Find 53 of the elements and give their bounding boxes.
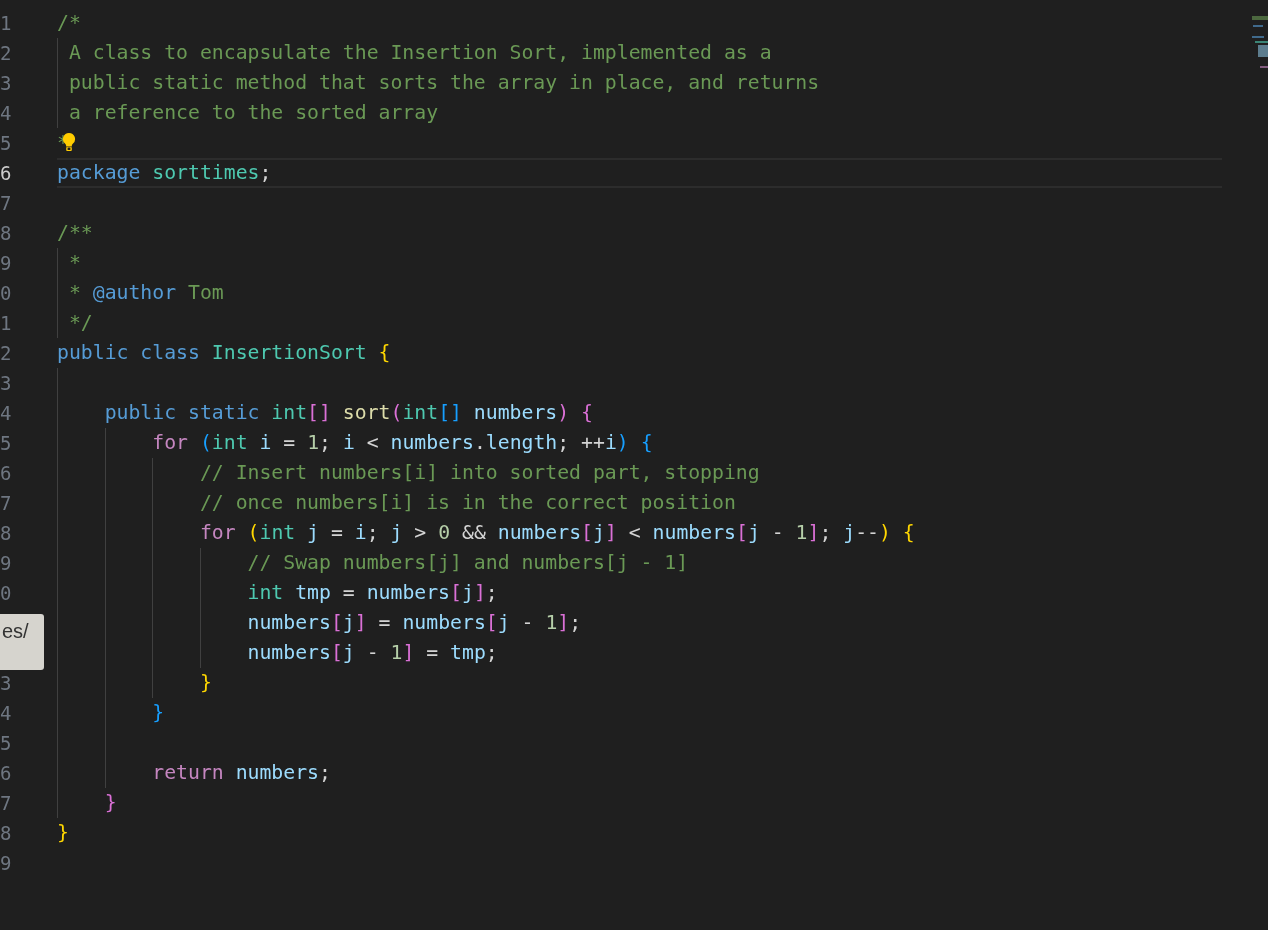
- code-line: }: [152, 700, 165, 726]
- code-line: a reference to the sorted array: [68, 100, 439, 126]
- line-number: 5: [0, 131, 13, 156]
- line-number: 5: [0, 731, 13, 756]
- line-number: 0: [0, 281, 13, 306]
- tooltip-text: es/: [2, 620, 29, 642]
- code-line: }: [104, 790, 117, 816]
- code-line: }: [199, 670, 212, 696]
- code-line: *: [68, 250, 81, 276]
- line-number: 6: [0, 461, 13, 486]
- lightbulb-icon[interactable]: [62, 132, 76, 152]
- code-line: // once numbers[i] is in the correct position: [199, 490, 736, 516]
- line-number: 0: [0, 581, 13, 606]
- code-line: return numbers;: [152, 760, 331, 786]
- code-line: for (int j = i; j > 0 && numbers[j] < numbers[j - 1]; j--) {: [199, 520, 915, 546]
- line-number: 9: [0, 251, 13, 276]
- code-line: /**: [57, 220, 93, 246]
- line-number: 2: [0, 41, 13, 66]
- line-number: 7: [0, 191, 13, 216]
- code-line: numbers[j] = numbers[j - 1];: [247, 610, 582, 636]
- code-line: */: [68, 310, 93, 336]
- code-line: int tmp = numbers[j];: [247, 580, 498, 606]
- line-number: 8: [0, 821, 13, 846]
- code-line: // Insert numbers[i] into sorted part, stopping: [199, 460, 760, 486]
- line-number: 4: [0, 101, 13, 126]
- line-number: 5: [0, 431, 13, 456]
- code-line: for (int i = 1; i < numbers.length; ++i) {: [152, 430, 653, 456]
- line-number: 1: [0, 311, 13, 336]
- line-number: 4: [0, 401, 13, 426]
- code-line: package sorttimes;: [57, 160, 272, 186]
- line-number: 7: [0, 491, 13, 516]
- line-number: 8: [0, 521, 13, 546]
- line-number: 3: [0, 371, 13, 396]
- line-number: 3: [0, 71, 13, 96]
- line-number: 4: [0, 701, 13, 726]
- code-line: // Swap numbers[j] and numbers[j - 1]: [247, 550, 689, 576]
- line-number: 8: [0, 221, 13, 246]
- line-number: 6: [0, 761, 13, 786]
- code-line: public static int[] sort(int[] numbers) {: [104, 400, 593, 426]
- code-line: }: [57, 820, 69, 846]
- line-number: 2: [0, 341, 13, 366]
- code-line: numbers[j - 1] = tmp;: [247, 640, 498, 666]
- line-number: 9: [0, 551, 13, 576]
- line-number: 6: [0, 161, 13, 186]
- line-number: 3: [0, 671, 13, 696]
- line-number: 9: [0, 851, 13, 876]
- code-line: public static method that sorts the array in place, and returns: [68, 70, 820, 96]
- code-line: /*: [57, 10, 81, 36]
- line-number: 1: [0, 11, 13, 36]
- code-line: A class to encapsulate the Insertion Sort, implemented as a: [68, 40, 772, 66]
- line-number: 7: [0, 791, 13, 816]
- code-line: public class InsertionSort {: [57, 340, 391, 366]
- code-line: * @author Tom: [68, 280, 224, 306]
